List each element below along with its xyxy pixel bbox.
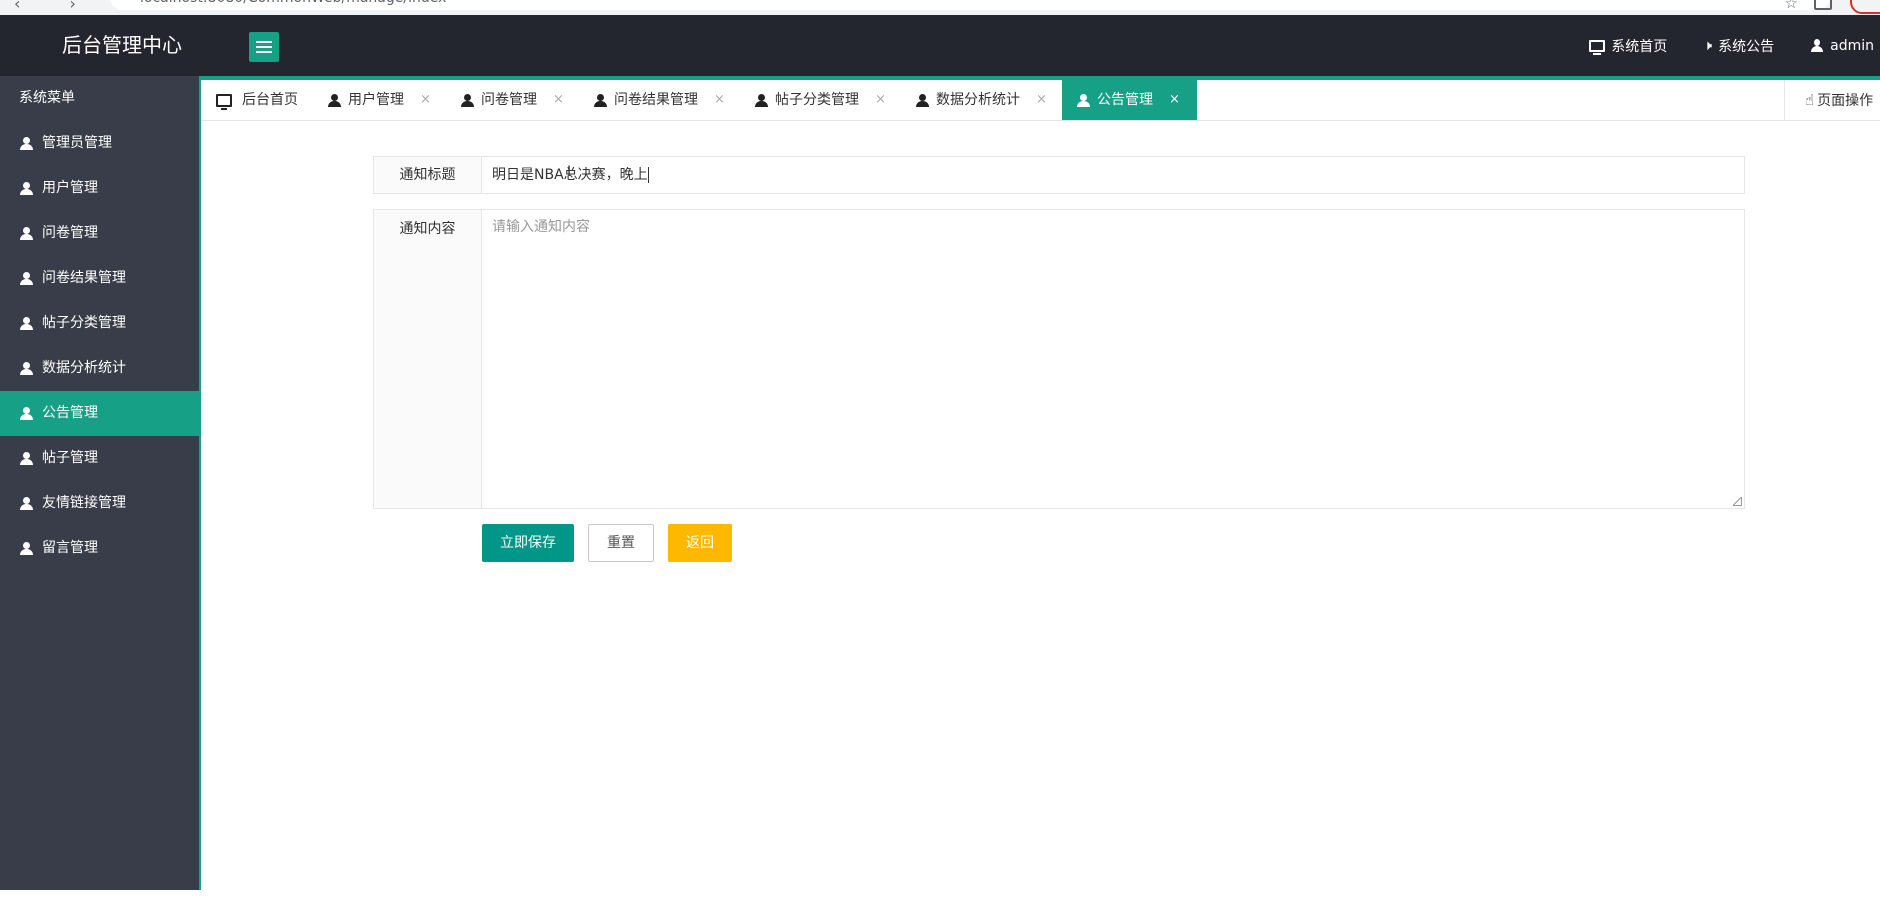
monitor-icon bbox=[216, 93, 232, 110]
user-icon bbox=[20, 182, 33, 195]
bookmark-star-icon[interactable]: ☆ bbox=[1785, 0, 1798, 12]
tab-surveys[interactable]: 问卷管理 × bbox=[461, 80, 564, 120]
sidebar-item-analytics[interactable]: 数据分析统计 bbox=[0, 346, 199, 391]
sidebar-item-post-categories[interactable]: 帖子分类管理 bbox=[0, 301, 199, 346]
reset-button[interactable]: 重置 bbox=[588, 524, 654, 562]
tab-label: 问卷结果管理 bbox=[614, 92, 698, 108]
sidebar-item-announcements[interactable]: 公告管理 bbox=[0, 391, 199, 436]
sidebar-item-surveys[interactable]: 问卷管理 bbox=[0, 211, 199, 256]
text-caret bbox=[647, 167, 649, 183]
page-operations-label: 页面操作 bbox=[1817, 93, 1874, 109]
sidebar-item-label: 留言管理 bbox=[42, 540, 98, 556]
title-label: 通知标题 bbox=[373, 156, 481, 194]
sidebar-item-messages[interactable]: 留言管理 bbox=[0, 526, 199, 571]
app-title: 后台管理中心 bbox=[62, 33, 182, 57]
user-icon bbox=[20, 542, 33, 555]
address-bar[interactable]: localhost:8080/CommonWeb/manage/index bbox=[110, 0, 1830, 10]
tab-label: 问卷管理 bbox=[481, 92, 537, 108]
user-icon bbox=[916, 93, 929, 107]
sidebar-item-label: 帖子分类管理 bbox=[42, 315, 126, 331]
user-icon bbox=[20, 407, 33, 420]
content-form-row: 通知内容 请输入通知内容 bbox=[373, 209, 1745, 509]
resize-handle-icon[interactable] bbox=[1733, 497, 1742, 506]
content-placeholder: 请输入通知内容 bbox=[492, 219, 590, 235]
sidebar-item-label: 用户管理 bbox=[42, 180, 98, 196]
close-icon[interactable]: × bbox=[553, 80, 564, 120]
user-icon bbox=[1077, 93, 1090, 107]
user-icon bbox=[594, 93, 607, 107]
sidebar-item-label: 帖子管理 bbox=[42, 450, 98, 466]
title-input[interactable]: 明日是NBA总决赛，晚上 I bbox=[481, 156, 1745, 194]
user-icon bbox=[755, 93, 768, 107]
user-icon bbox=[20, 317, 33, 330]
sidebar-item-label: 问卷结果管理 bbox=[42, 270, 126, 286]
user-icon bbox=[20, 362, 33, 375]
title-form-row: 通知标题 明日是NBA总决赛，晚上 I bbox=[373, 156, 1745, 194]
sidebar-title: 系统菜单 bbox=[19, 90, 75, 106]
user-icon bbox=[20, 452, 33, 465]
sidebar-item-label: 管理员管理 bbox=[42, 135, 112, 151]
user-icon bbox=[20, 137, 33, 150]
close-icon[interactable]: × bbox=[420, 80, 431, 120]
speaker-icon: 🕨 bbox=[1703, 37, 1713, 54]
sidebar-item-label: 数据分析统计 bbox=[42, 360, 126, 376]
close-icon[interactable]: × bbox=[1169, 80, 1180, 120]
tab-announcements[interactable]: 公告管理 × bbox=[1062, 80, 1197, 120]
header-links: 系统首页 🕨 系统公告 admin bbox=[1589, 15, 1880, 76]
content-textarea[interactable]: 请输入通知内容 bbox=[481, 209, 1745, 509]
user-icon bbox=[461, 93, 474, 107]
monitor-icon bbox=[1589, 39, 1606, 55]
ibeam-cursor-icon: I bbox=[567, 164, 572, 180]
browser-toolbar: ‹ › ↻ localhost:8080/CommonWeb/manage/in… bbox=[0, 0, 1880, 16]
sidebar-item-posts[interactable]: 帖子管理 bbox=[0, 436, 199, 481]
close-icon[interactable]: × bbox=[1036, 80, 1047, 120]
tab-label: 数据分析统计 bbox=[936, 92, 1020, 108]
user-icon bbox=[20, 272, 33, 285]
username: admin bbox=[1830, 37, 1874, 54]
sidebar-item-label: 友情链接管理 bbox=[42, 495, 126, 511]
tab-home[interactable]: 后台首页 bbox=[216, 80, 298, 120]
sidebar-item-survey-results[interactable]: 问卷结果管理 bbox=[0, 256, 199, 301]
user-icon bbox=[20, 497, 33, 510]
content-label: 通知内容 bbox=[373, 209, 481, 509]
sidebar: 系统菜单 管理员管理 用户管理 问卷管理 问卷结果管理 帖子分类管理 数据分析统… bbox=[0, 76, 201, 890]
hand-pointer-icon: ☝ bbox=[1805, 91, 1815, 109]
user-menu[interactable]: admin bbox=[1810, 38, 1874, 54]
extension-icon[interactable] bbox=[1814, 0, 1832, 10]
sidebar-item-admin[interactable]: 管理员管理 bbox=[0, 121, 199, 166]
announcement-link[interactable]: 🕨 系统公告 bbox=[1703, 36, 1774, 56]
tab-survey-results[interactable]: 问卷结果管理 × bbox=[594, 80, 725, 120]
sidebar-item-friend-links[interactable]: 友情链接管理 bbox=[0, 481, 199, 526]
user-icon bbox=[20, 227, 33, 240]
announcement-link-label: 系统公告 bbox=[1718, 38, 1775, 55]
tab-post-categories[interactable]: 帖子分类管理 × bbox=[755, 80, 886, 120]
tab-label: 公告管理 bbox=[1097, 92, 1153, 108]
close-icon[interactable]: × bbox=[714, 80, 725, 120]
page-operations-button[interactable]: ☝ 页面操作 bbox=[1784, 80, 1880, 120]
back-button[interactable]: 返回 bbox=[668, 524, 732, 562]
sidebar-item-label: 问卷管理 bbox=[42, 225, 98, 241]
update-button[interactable] bbox=[1850, 0, 1880, 14]
home-link-label: 系统首页 bbox=[1611, 38, 1668, 55]
menu-toggle-button[interactable] bbox=[249, 32, 279, 62]
close-icon[interactable]: × bbox=[875, 80, 886, 120]
tab-label: 后台首页 bbox=[242, 92, 298, 108]
user-icon bbox=[1810, 38, 1824, 53]
tab-bar: 后台首页 用户管理 × 问卷管理 × 问卷结果管理 × 帖子分类管理 × 数据分… bbox=[201, 76, 1880, 121]
tab-label: 帖子分类管理 bbox=[775, 92, 859, 108]
tab-analytics[interactable]: 数据分析统计 × bbox=[916, 80, 1047, 120]
tab-label: 用户管理 bbox=[348, 92, 404, 108]
tab-users[interactable]: 用户管理 × bbox=[328, 80, 431, 120]
top-header: 后台管理中心 系统首页 🕨 系统公告 admin bbox=[0, 15, 1880, 76]
home-link[interactable]: 系统首页 bbox=[1589, 36, 1667, 56]
sidebar-item-users[interactable]: 用户管理 bbox=[0, 166, 199, 211]
save-button[interactable]: 立即保存 bbox=[482, 524, 574, 562]
sidebar-item-label: 公告管理 bbox=[42, 405, 98, 421]
user-icon bbox=[328, 93, 341, 107]
